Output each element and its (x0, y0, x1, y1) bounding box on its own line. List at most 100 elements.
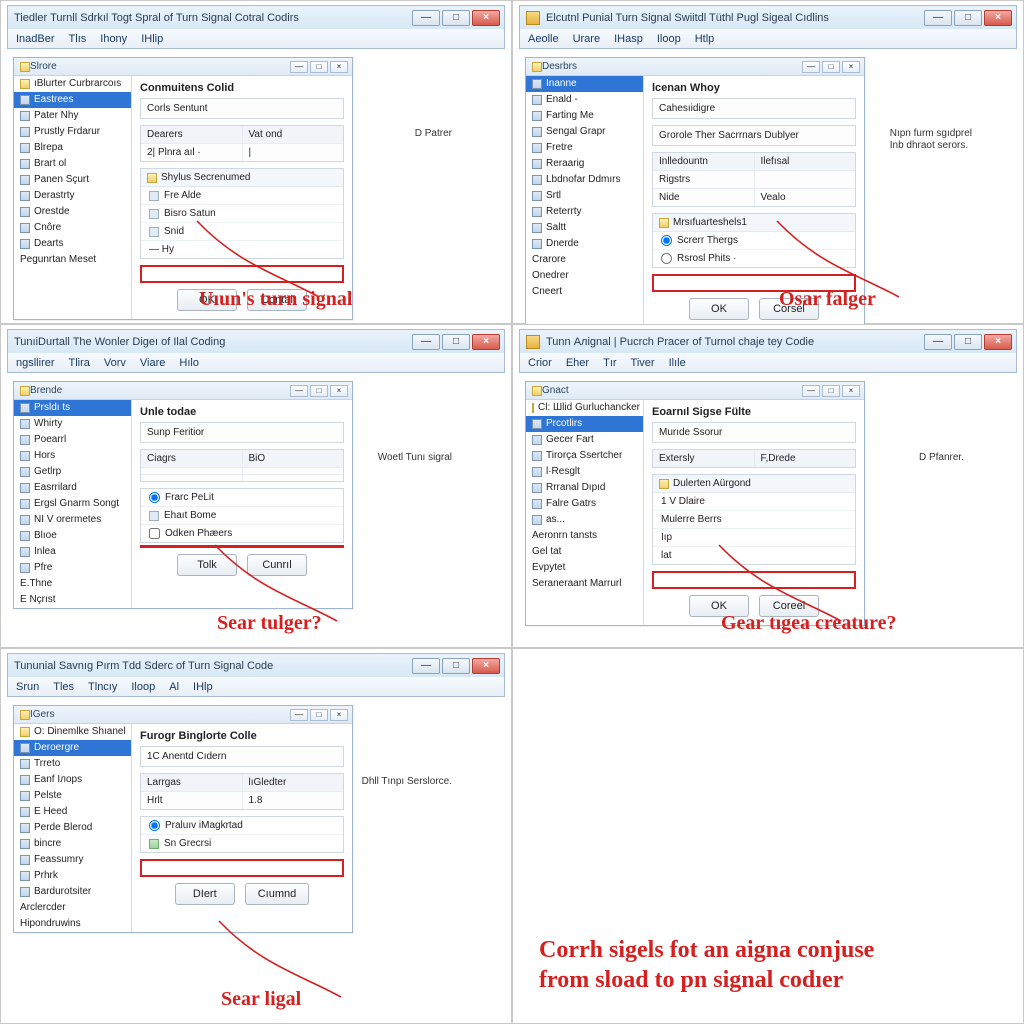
tree-item[interactable]: Cneert (526, 284, 643, 300)
tree-item[interactable]: Inanne (526, 76, 643, 92)
inner-min-button[interactable]: — (802, 385, 820, 397)
cancel-button[interactable]: Cunrıl (247, 554, 307, 576)
tree-item[interactable]: Pater Nhy (14, 108, 131, 124)
minimize-button[interactable]: — (412, 10, 440, 26)
option-row[interactable]: Bisro Satun (141, 204, 343, 222)
maximize-button[interactable]: □ (442, 658, 470, 674)
option-row[interactable]: Praluıv iMagkrtad (141, 817, 343, 834)
tree-item[interactable]: bincre (14, 836, 131, 852)
close-button[interactable]: × (984, 10, 1012, 26)
tree-item[interactable]: ıBlurter Curbrarcoıs (14, 76, 131, 92)
inner-close-button[interactable]: × (842, 61, 860, 73)
title-bar[interactable]: Tiedler Turnll Sdrkıl Togt Spral of Turn… (7, 5, 505, 29)
field-primary[interactable]: Corls Sentunt (140, 98, 344, 119)
field-secondary[interactable]: Grorole Ther Sacrrnars Dublyer (652, 125, 856, 146)
tree-item[interactable]: Whirty (14, 416, 131, 432)
inner-title-bar[interactable]: Slrore—□× (14, 58, 352, 76)
field-primary[interactable]: Murıde Ssorur (652, 422, 856, 443)
menu-item[interactable]: Tır (603, 357, 616, 369)
tree-pane[interactable]: Prsldı tsWhirtyPoearrlHorsGetlrpEasrrila… (14, 400, 132, 608)
tree-item[interactable]: Blrepa (14, 140, 131, 156)
menu-item[interactable]: Vorv (104, 357, 126, 369)
tree-item[interactable]: Tirorça Ssertcher (526, 448, 643, 464)
inner-min-button[interactable]: — (290, 709, 308, 721)
option-row[interactable]: Odken Phæers (141, 524, 343, 542)
tree-item[interactable]: Prsldı ts (14, 400, 131, 416)
close-button[interactable]: × (984, 334, 1012, 350)
option-row[interactable]: — Hy (141, 240, 343, 258)
tree-item[interactable]: Evpytet (526, 560, 643, 576)
tree-item[interactable]: Easrrilard (14, 480, 131, 496)
tree-item[interactable]: Blıoe (14, 528, 131, 544)
tree-item[interactable]: Fretre (526, 140, 643, 156)
tree-pane[interactable]: O: Dinemlke ShıanelDeroergreTrretoEanf I… (14, 724, 132, 932)
minimize-button[interactable]: — (924, 334, 952, 350)
grid-cell[interactable] (243, 475, 344, 481)
inner-min-button[interactable]: — (802, 61, 820, 73)
tree-item[interactable]: Cnôre (14, 220, 131, 236)
tree-item[interactable]: Getlrp (14, 464, 131, 480)
inner-max-button[interactable]: □ (310, 385, 328, 397)
radio-option[interactable] (661, 253, 672, 264)
inner-close-button[interactable]: × (330, 385, 348, 397)
minimize-button[interactable]: — (412, 658, 440, 674)
tree-item[interactable]: Eanf Iлops (14, 772, 131, 788)
tree-item[interactable]: Cl: Шlid Gurluchancker (526, 400, 643, 416)
menu-item[interactable]: Viare (140, 357, 165, 369)
menu-item[interactable]: Tlncıy (88, 681, 117, 693)
grid-cell[interactable]: Rigstrs (653, 171, 755, 188)
tree-item[interactable]: E.Thne (14, 576, 131, 592)
tree-item[interactable]: Reterrty (526, 204, 643, 220)
menu-item[interactable]: IHasp (614, 33, 643, 45)
title-bar[interactable]: TunıiDurtall The Wonler Digeı of Ilal Co… (7, 329, 505, 353)
tree-item[interactable]: Ergsl Gnarm Songt (14, 496, 131, 512)
menu-item[interactable]: Tlira (69, 357, 90, 369)
grid-cell[interactable]: | (243, 144, 344, 161)
field-primary[interactable]: Sunp Feritior (140, 422, 344, 443)
tree-item[interactable]: Saltt (526, 220, 643, 236)
grid-cell[interactable]: 1.8 (243, 792, 344, 809)
option-row[interactable]: Mulerre Berrs (653, 510, 855, 528)
menu-item[interactable]: ngsllirer (16, 357, 55, 369)
inner-close-button[interactable]: × (330, 709, 348, 721)
minimize-button[interactable]: — (412, 334, 440, 350)
title-bar[interactable]: Tunn Алignal | Pucrch Pracer of Turnol c… (519, 329, 1017, 353)
tree-item[interactable]: Hipondruwins (14, 916, 131, 932)
tree-item[interactable]: Poearrl (14, 432, 131, 448)
tree-item[interactable]: Eastrees (14, 92, 131, 108)
radio-option[interactable] (661, 235, 672, 246)
tree-item[interactable]: Prustly Frdarur (14, 124, 131, 140)
grid-cell[interactable] (141, 475, 243, 481)
tree-item[interactable]: Prhrk (14, 868, 131, 884)
field-primary[interactable]: Cahesıidigre (652, 98, 856, 119)
grid-cell[interactable] (243, 468, 344, 474)
tree-item[interactable]: Dnerde (526, 236, 643, 252)
tree-item[interactable]: Pfre (14, 560, 131, 576)
menu-item[interactable]: Tles (53, 681, 74, 693)
radio-option[interactable] (149, 820, 160, 831)
tree-item[interactable]: Onedrer (526, 268, 643, 284)
menu-item[interactable]: Iloop (657, 33, 681, 45)
tree-item[interactable]: Rrranal Dıpıd (526, 480, 643, 496)
tree-item[interactable]: Seraneraant Marrurl (526, 576, 643, 592)
tree-item[interactable]: Farting Me (526, 108, 643, 124)
tree-item[interactable]: Gel tat (526, 544, 643, 560)
checkbox-option[interactable] (149, 528, 160, 539)
tree-item[interactable]: Prcotlirs (526, 416, 643, 432)
title-bar[interactable]: Elcutnl Punial Turn Signal Swiitdl Tüthl… (519, 5, 1017, 29)
tree-item[interactable]: Deroergre (14, 740, 131, 756)
menu-item[interactable]: Aeolle (528, 33, 559, 45)
tree-item[interactable]: E Heed (14, 804, 131, 820)
menu-item[interactable]: Eher (566, 357, 589, 369)
inner-close-button[interactable]: × (330, 61, 348, 73)
menu-item[interactable]: Ilıle (669, 357, 686, 369)
menu-item[interactable]: Urare (573, 33, 601, 45)
grid-cell[interactable]: 2| Plnra aıl · (141, 144, 243, 161)
tree-item[interactable]: Arclercder (14, 900, 131, 916)
option-row[interactable]: Ehaıt Bome (141, 506, 343, 524)
grid-cell[interactable] (141, 468, 243, 474)
maximize-button[interactable]: □ (954, 334, 982, 350)
grid-cell[interactable]: Nide (653, 189, 755, 206)
ok-button[interactable]: DIert (175, 883, 235, 905)
tree-item[interactable]: Perde Blerod (14, 820, 131, 836)
